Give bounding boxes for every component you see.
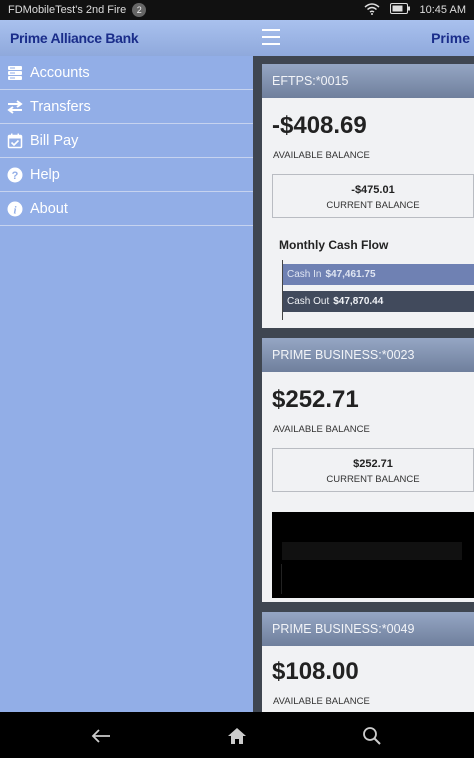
brand-title-secondary: Prime	[431, 30, 470, 46]
battery-icon	[389, 3, 410, 17]
cash-in-bar: Cash In $47,461.75	[283, 264, 474, 285]
drawer-item-label: About	[30, 200, 68, 217]
drawer-item-help[interactable]: ? Help	[0, 158, 253, 192]
available-balance-label: AVAILABLE BALANCE	[273, 150, 370, 161]
available-balance-amount: -$408.69	[272, 112, 367, 139]
cash-in-value: $47,461.75	[325, 269, 376, 280]
bill-pay-icon	[7, 133, 23, 149]
account-card[interactable]: $108.00 AVAILABLE BALANCE	[262, 646, 474, 712]
drawer-item-transfers[interactable]: Transfers	[0, 90, 253, 124]
brand-title: Prime Alliance Bank	[10, 30, 139, 46]
device-name: FDMobileTest's 2nd Fire	[8, 4, 127, 16]
available-balance-amount: $108.00	[272, 658, 359, 685]
svg-text:?: ?	[12, 170, 19, 182]
wifi-icon	[364, 2, 380, 18]
current-balance-amount: -$475.01	[351, 184, 395, 196]
current-balance-box: $252.71 CURRENT BALANCE	[272, 448, 474, 492]
drawer-item-label: Bill Pay	[30, 132, 79, 149]
cash-out-bar: Cash Out $47,870.44	[283, 291, 474, 312]
transfers-icon	[7, 99, 23, 115]
cash-flow-chart-loading	[272, 512, 474, 598]
account-name: PRIME BUSINESS:*0049	[272, 622, 415, 636]
account-card[interactable]: $252.71 AVAILABLE BALANCE $252.71 CURREN…	[262, 372, 474, 602]
menu-toggle-icon[interactable]	[262, 29, 280, 45]
account-card[interactable]: -$408.69 AVAILABLE BALANCE -$475.01 CURR…	[262, 98, 474, 328]
cash-out-label: Cash Out	[287, 296, 330, 307]
search-icon[interactable]	[361, 725, 383, 747]
drawer-item-label: Accounts	[30, 64, 90, 81]
cash-in-label: Cash In	[287, 269, 322, 280]
current-balance-amount: $252.71	[353, 458, 393, 470]
drawer-item-about[interactable]: i About	[0, 192, 253, 226]
status-bar: FDMobileTest's 2nd Fire 2 10:45 AM	[0, 0, 474, 20]
drawer-item-label: Transfers	[30, 98, 91, 115]
account-name: PRIME BUSINESS:*0023	[272, 348, 415, 362]
account-header[interactable]: EFTPS:*0015	[262, 64, 474, 98]
account-header[interactable]: PRIME BUSINESS:*0049	[262, 612, 474, 646]
home-icon[interactable]	[226, 725, 248, 747]
about-icon: i	[7, 201, 23, 217]
drawer-item-label: Help	[30, 166, 60, 183]
available-balance-amount: $252.71	[272, 386, 359, 413]
navigation-drawer: Accounts Transfers Bill Pay ? Help i Abo…	[0, 56, 253, 712]
current-balance-label: CURRENT BALANCE	[326, 200, 420, 211]
app-bar: Prime Alliance Bank Prime	[0, 20, 474, 56]
drawer-item-bill-pay[interactable]: Bill Pay	[0, 124, 253, 158]
account-name: EFTPS:*0015	[272, 74, 349, 88]
current-balance-box: -$475.01 CURRENT BALANCE	[272, 174, 474, 218]
accounts-icon	[7, 65, 23, 81]
available-balance-label: AVAILABLE BALANCE	[273, 424, 370, 435]
cash-out-value: $47,870.44	[333, 296, 384, 307]
available-balance-label: AVAILABLE BALANCE	[273, 696, 370, 707]
clock-time: 10:45 AM	[419, 4, 466, 16]
system-nav-bar	[0, 712, 474, 758]
cash-flow-title: Monthly Cash Flow	[279, 238, 389, 252]
account-header[interactable]: PRIME BUSINESS:*0023	[262, 338, 474, 372]
accounts-list: EFTPS:*0015 -$408.69 AVAILABLE BALANCE -…	[253, 56, 474, 712]
notification-count-badge: 2	[132, 3, 147, 17]
help-icon: ?	[7, 167, 23, 183]
drawer-item-accounts[interactable]: Accounts	[0, 56, 253, 90]
current-balance-label: CURRENT BALANCE	[326, 474, 420, 485]
back-arrow-icon[interactable]	[90, 725, 112, 747]
